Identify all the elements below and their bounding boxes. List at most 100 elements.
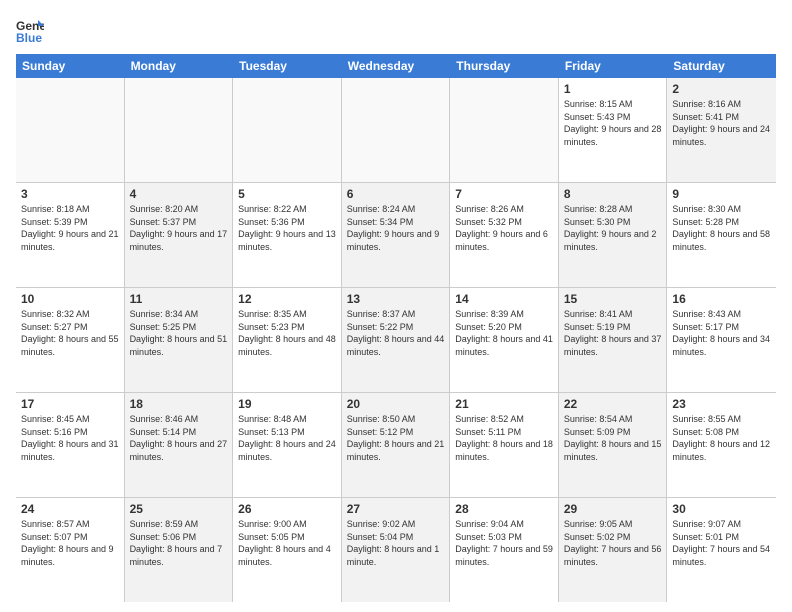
- cell-info: Sunrise: 8:55 AM Sunset: 5:08 PM Dayligh…: [672, 413, 771, 463]
- cell-info: Sunrise: 8:45 AM Sunset: 5:16 PM Dayligh…: [21, 413, 119, 463]
- day-number: 1: [564, 82, 662, 96]
- cell-info: Sunrise: 8:26 AM Sunset: 5:32 PM Dayligh…: [455, 203, 553, 253]
- day-number: 26: [238, 502, 336, 516]
- day-number: 14: [455, 292, 553, 306]
- calendar-cell: [233, 78, 342, 182]
- calendar-cell: 23 Sunrise: 8:55 AM Sunset: 5:08 PM Dayli…: [667, 393, 776, 497]
- calendar-cell: 11Sunrise: 8:34 AM Sunset: 5:25 PM Dayli…: [125, 288, 234, 392]
- calendar-cell: 2Sunrise: 8:16 AM Sunset: 5:41 PM Daylig…: [667, 78, 776, 182]
- day-number: 4: [130, 187, 228, 201]
- cell-info: Sunrise: 8:54 AM Sunset: 5:09 PM Dayligh…: [564, 413, 662, 463]
- calendar-cell: 20 Sunrise: 8:50 AM Sunset: 5:12 PM Dayli…: [342, 393, 451, 497]
- cell-info: Sunrise: 8:18 AM Sunset: 5:39 PM Dayligh…: [21, 203, 119, 253]
- cell-info: Sunrise: 8:34 AM Sunset: 5:25 PM Dayligh…: [130, 308, 228, 358]
- day-number: 29: [564, 502, 662, 516]
- cell-info: Sunrise: 9:05 AM Sunset: 5:02 PM Dayligh…: [564, 518, 662, 568]
- day-number: 25: [130, 502, 228, 516]
- cell-info: Sunrise: 8:43 AM Sunset: 5:17 PM Dayligh…: [672, 308, 771, 358]
- cell-info: Sunrise: 8:28 AM Sunset: 5:30 PM Dayligh…: [564, 203, 662, 253]
- calendar-cell: 24Sunrise: 8:57 AM Sunset: 5:07 PM Dayli…: [16, 498, 125, 602]
- day-number: 7: [455, 187, 553, 201]
- day-number: 22: [564, 397, 662, 411]
- day-number: 15: [564, 292, 662, 306]
- weekday-header-monday: Monday: [125, 54, 234, 78]
- cell-info: Sunrise: 9:04 AM Sunset: 5:03 PM Dayligh…: [455, 518, 553, 568]
- calendar-cell: 18 Sunrise: 8:46 AM Sunset: 5:14 PM Dayli…: [125, 393, 234, 497]
- calendar-cell: [342, 78, 451, 182]
- cell-info: Sunrise: 9:00 AM Sunset: 5:05 PM Dayligh…: [238, 518, 336, 568]
- day-number: 13: [347, 292, 445, 306]
- cell-info: Sunrise: 8:30 AM Sunset: 5:28 PM Dayligh…: [672, 203, 771, 253]
- cell-info: Sunrise: 8:35 AM Sunset: 5:23 PM Dayligh…: [238, 308, 336, 358]
- day-number: 27: [347, 502, 445, 516]
- cell-info: Sunrise: 8:41 AM Sunset: 5:19 PM Dayligh…: [564, 308, 662, 358]
- calendar-cell: 9 Sunrise: 8:30 AM Sunset: 5:28 PM Daylig…: [667, 183, 776, 287]
- cell-info: Sunrise: 8:46 AM Sunset: 5:14 PM Dayligh…: [130, 413, 228, 463]
- cell-info: Sunrise: 9:02 AM Sunset: 5:04 PM Dayligh…: [347, 518, 445, 568]
- calendar-cell: 27 Sunrise: 9:02 AM Sunset: 5:04 PM Dayli…: [342, 498, 451, 602]
- cell-info: Sunrise: 8:15 AM Sunset: 5:43 PM Dayligh…: [564, 98, 662, 148]
- day-number: 21: [455, 397, 553, 411]
- calendar-cell: 26 Sunrise: 9:00 AM Sunset: 5:05 PM Dayli…: [233, 498, 342, 602]
- day-number: 6: [347, 187, 445, 201]
- day-number: 30: [672, 502, 771, 516]
- calendar-header: SundayMondayTuesdayWednesdayThursdayFrid…: [16, 54, 776, 78]
- calendar-cell: 8Sunrise: 8:28 AM Sunset: 5:30 PM Daylig…: [559, 183, 668, 287]
- cell-info: Sunrise: 8:39 AM Sunset: 5:20 PM Dayligh…: [455, 308, 553, 358]
- cell-info: Sunrise: 8:24 AM Sunset: 5:34 PM Dayligh…: [347, 203, 445, 253]
- calendar-cell: 6 Sunrise: 8:24 AM Sunset: 5:34 PM Daylig…: [342, 183, 451, 287]
- day-number: 28: [455, 502, 553, 516]
- page: General Blue SundayMondayTuesdayWednesda…: [0, 0, 792, 612]
- day-number: 20: [347, 397, 445, 411]
- calendar-cell: 28 Sunrise: 9:04 AM Sunset: 5:03 PM Dayli…: [450, 498, 559, 602]
- cell-info: Sunrise: 8:48 AM Sunset: 5:13 PM Dayligh…: [238, 413, 336, 463]
- calendar-body: 1 Sunrise: 8:15 AM Sunset: 5:43 PM Daylig…: [16, 78, 776, 602]
- day-number: 10: [21, 292, 119, 306]
- weekday-header-wednesday: Wednesday: [342, 54, 451, 78]
- cell-info: Sunrise: 8:50 AM Sunset: 5:12 PM Dayligh…: [347, 413, 445, 463]
- cell-info: Sunrise: 8:22 AM Sunset: 5:36 PM Dayligh…: [238, 203, 336, 253]
- cell-info: Sunrise: 8:32 AM Sunset: 5:27 PM Dayligh…: [21, 308, 119, 358]
- weekday-header-tuesday: Tuesday: [233, 54, 342, 78]
- cell-info: Sunrise: 8:37 AM Sunset: 5:22 PM Dayligh…: [347, 308, 445, 358]
- day-number: 5: [238, 187, 336, 201]
- cell-info: Sunrise: 8:59 AM Sunset: 5:06 PM Dayligh…: [130, 518, 228, 568]
- calendar-cell: 3Sunrise: 8:18 AM Sunset: 5:39 PM Daylig…: [16, 183, 125, 287]
- day-number: 18: [130, 397, 228, 411]
- calendar-cell: [450, 78, 559, 182]
- logo-icon: General Blue: [16, 16, 44, 44]
- calendar-cell: 25 Sunrise: 8:59 AM Sunset: 5:06 PM Dayli…: [125, 498, 234, 602]
- calendar-cell: 19Sunrise: 8:48 AM Sunset: 5:13 PM Dayli…: [233, 393, 342, 497]
- cell-info: Sunrise: 8:20 AM Sunset: 5:37 PM Dayligh…: [130, 203, 228, 253]
- calendar-cell: 14 Sunrise: 8:39 AM Sunset: 5:20 PM Dayli…: [450, 288, 559, 392]
- calendar-cell: 12 Sunrise: 8:35 AM Sunset: 5:23 PM Dayli…: [233, 288, 342, 392]
- calendar: SundayMondayTuesdayWednesdayThursdayFrid…: [16, 54, 776, 602]
- calendar-row-2: 10 Sunrise: 8:32 AM Sunset: 5:27 PM Dayli…: [16, 288, 776, 393]
- calendar-cell: 4 Sunrise: 8:20 AM Sunset: 5:37 PM Daylig…: [125, 183, 234, 287]
- day-number: 23: [672, 397, 771, 411]
- weekday-header-sunday: Sunday: [16, 54, 125, 78]
- day-number: 12: [238, 292, 336, 306]
- day-number: 9: [672, 187, 771, 201]
- cell-info: Sunrise: 9:07 AM Sunset: 5:01 PM Dayligh…: [672, 518, 771, 568]
- day-number: 17: [21, 397, 119, 411]
- calendar-cell: 22 Sunrise: 8:54 AM Sunset: 5:09 PM Dayli…: [559, 393, 668, 497]
- calendar-row-1: 3Sunrise: 8:18 AM Sunset: 5:39 PM Daylig…: [16, 183, 776, 288]
- calendar-cell: 30 Sunrise: 9:07 AM Sunset: 5:01 PM Dayli…: [667, 498, 776, 602]
- calendar-row-0: 1 Sunrise: 8:15 AM Sunset: 5:43 PM Daylig…: [16, 78, 776, 183]
- day-number: 16: [672, 292, 771, 306]
- header: General Blue: [16, 16, 776, 44]
- logo: General Blue: [16, 16, 48, 44]
- calendar-cell: 17 Sunrise: 8:45 AM Sunset: 5:16 PM Dayli…: [16, 393, 125, 497]
- calendar-cell: 5 Sunrise: 8:22 AM Sunset: 5:36 PM Daylig…: [233, 183, 342, 287]
- calendar-cell: 16 Sunrise: 8:43 AM Sunset: 5:17 PM Dayli…: [667, 288, 776, 392]
- calendar-row-3: 17 Sunrise: 8:45 AM Sunset: 5:16 PM Dayli…: [16, 393, 776, 498]
- calendar-cell: 7 Sunrise: 8:26 AM Sunset: 5:32 PM Daylig…: [450, 183, 559, 287]
- weekday-header-friday: Friday: [559, 54, 668, 78]
- weekday-header-thursday: Thursday: [450, 54, 559, 78]
- cell-info: Sunrise: 8:52 AM Sunset: 5:11 PM Dayligh…: [455, 413, 553, 463]
- weekday-header-saturday: Saturday: [667, 54, 776, 78]
- calendar-cell: 21 Sunrise: 8:52 AM Sunset: 5:11 PM Dayli…: [450, 393, 559, 497]
- calendar-cell: 1 Sunrise: 8:15 AM Sunset: 5:43 PM Daylig…: [559, 78, 668, 182]
- calendar-cell: [16, 78, 125, 182]
